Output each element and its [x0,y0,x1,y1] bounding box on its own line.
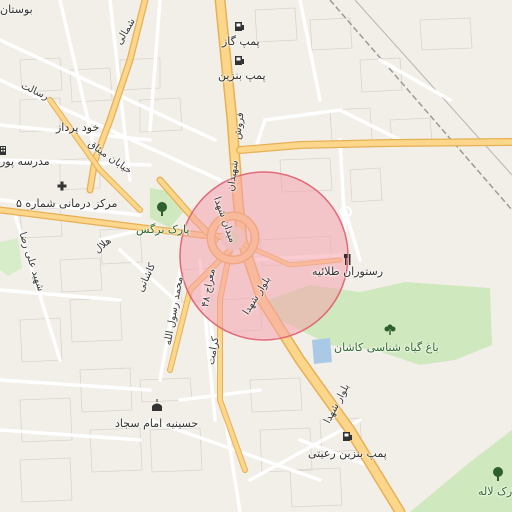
label-atm: خود پرداز [56,121,100,134]
label-gas-station: پمپ گاز [222,35,260,48]
map-view[interactable]: پمپ گاز پمپ بنزین خود پرداز مدرسه پور مر… [0,0,512,512]
label-park-laleh: پارک لاله [478,485,512,498]
mosque-icon[interactable] [152,399,162,411]
radius-circle[interactable] [179,171,349,341]
water-pond [312,338,332,364]
fuel-icon[interactable] [235,56,244,65]
park-narges-area [150,188,185,228]
label-husseinieh: حسینیه امام سجاد [115,417,199,430]
railway-line-2 [354,0,512,176]
school-icon[interactable] [0,146,6,155]
label-bustan: بوستان [0,3,33,16]
clinic-icon[interactable] [57,181,67,191]
label-botanic-garden: باغ گیاه شناسی کاشان [334,341,439,354]
label-park-narges: پارک نرگس [136,223,190,236]
label-petrol-station-raiyati: پمپ بنزین رعیتی [308,447,387,460]
label-clinic: مرکز درمانی شماره ۵ [16,197,118,210]
label-school: مدرسه پور [0,155,50,168]
label-petrol-station: پمپ بنزین [218,69,266,82]
label-restaurant: رستوران طلائیه [312,265,384,278]
fuel-icon[interactable] [235,22,244,31]
